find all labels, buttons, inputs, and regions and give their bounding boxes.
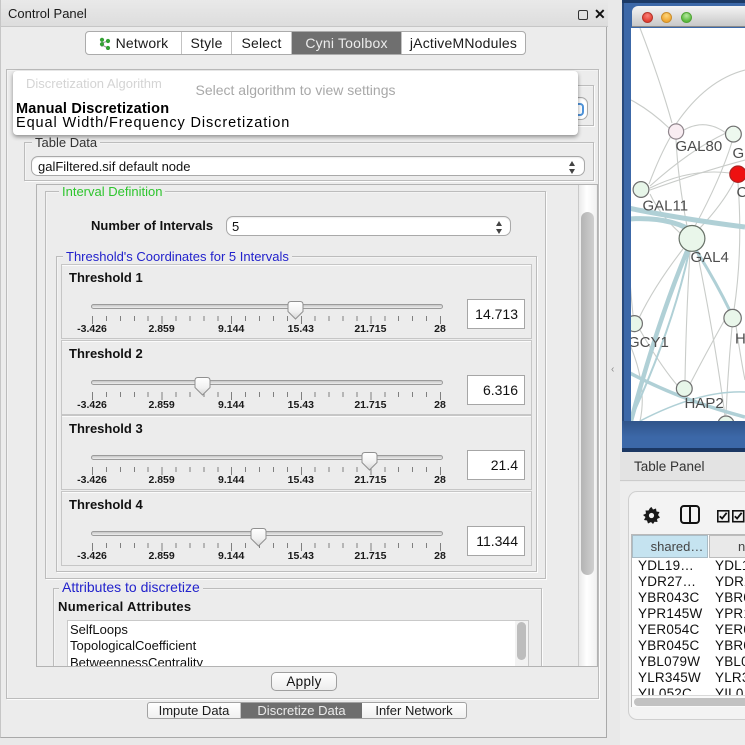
svg-text:G…: G… — [733, 145, 745, 162]
svg-text:C: C — [737, 184, 745, 201]
svg-text:HAP2: HAP2 — [685, 395, 724, 412]
svg-text:GAL80: GAL80 — [676, 138, 723, 155]
svg-text:H: H — [735, 331, 745, 348]
svg-text:GAL4: GAL4 — [691, 249, 729, 266]
svg-text:GAL11: GAL11 — [643, 198, 689, 215]
svg-text:GCY1: GCY1 — [631, 334, 669, 351]
